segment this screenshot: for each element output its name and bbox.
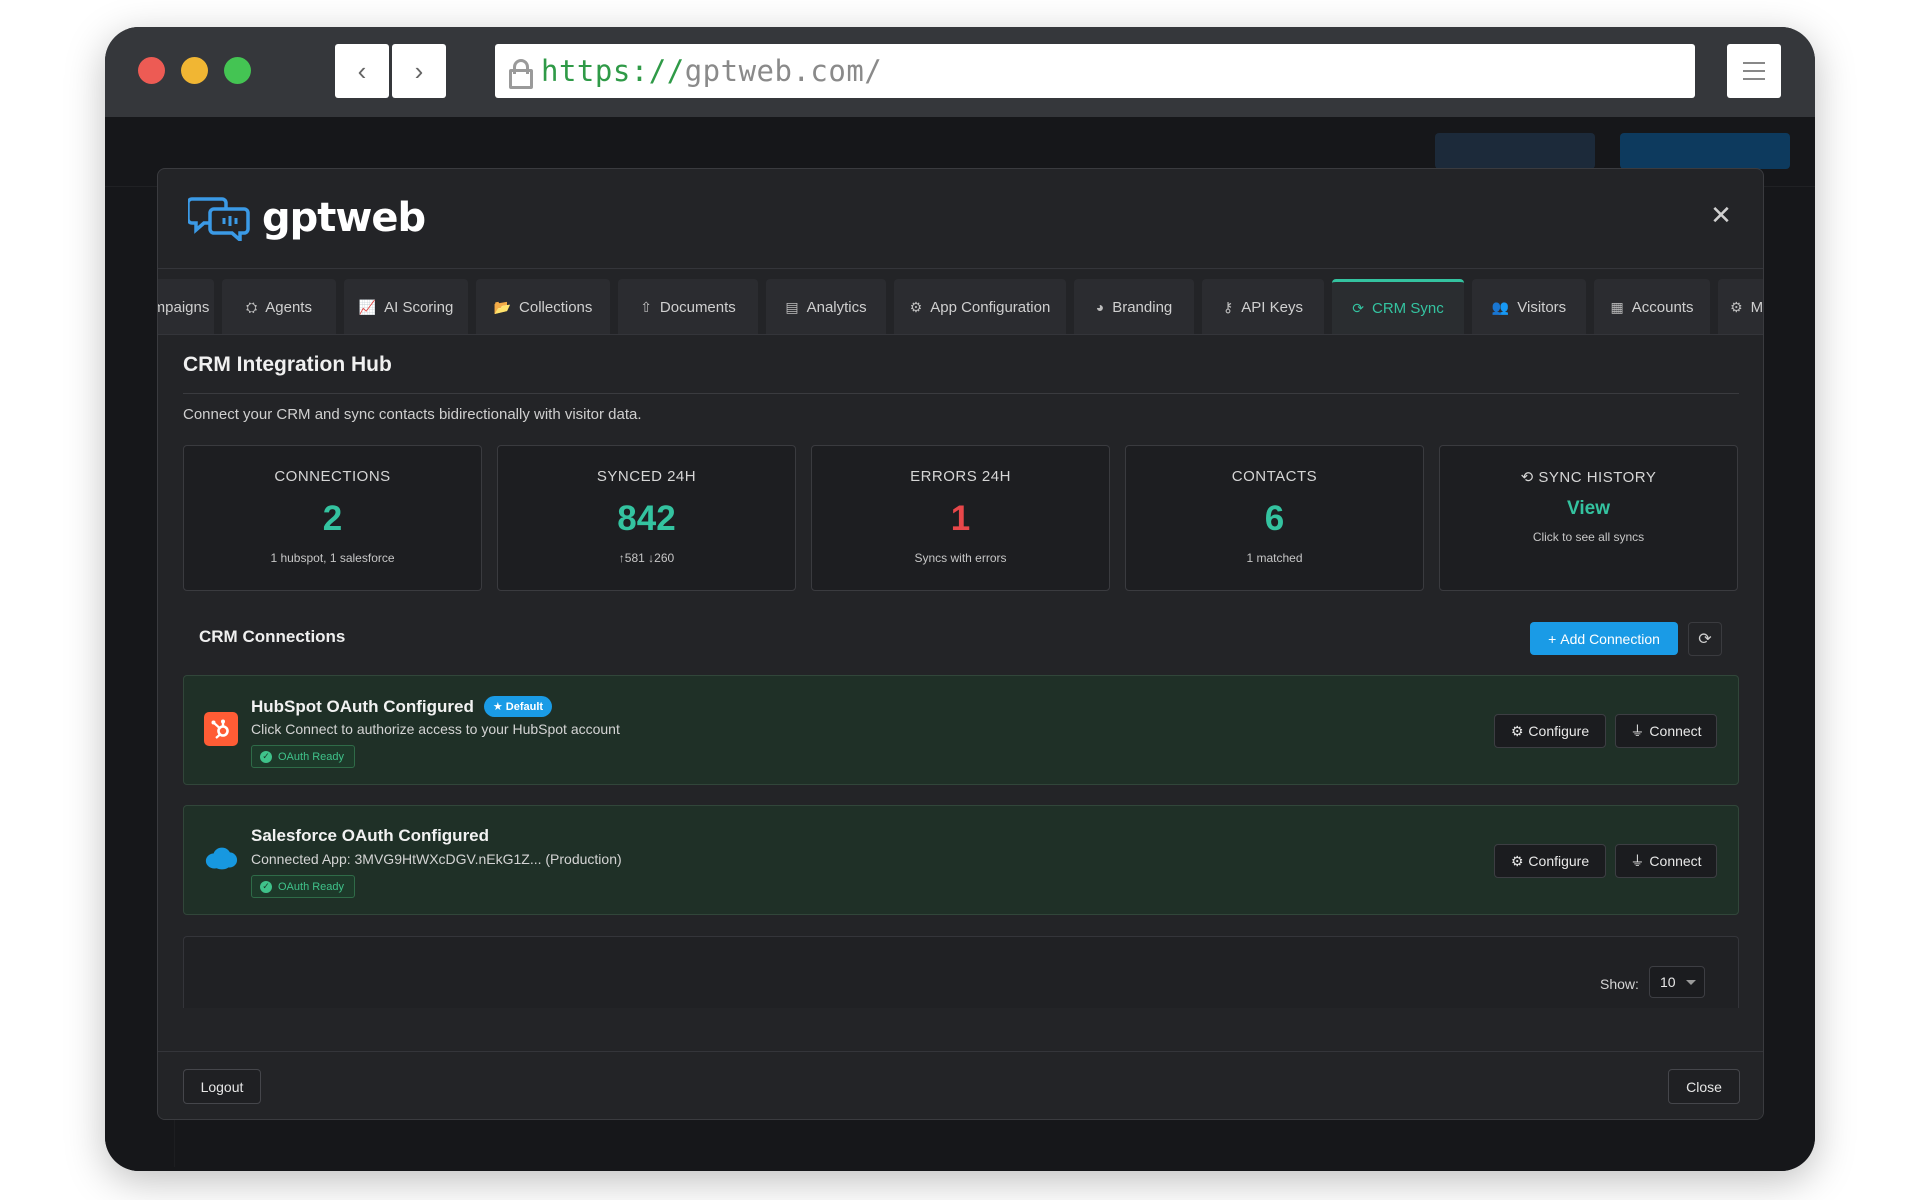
sync-icon: ⟳	[1352, 300, 1365, 316]
gear-icon: ⚙	[1730, 298, 1743, 315]
back-button[interactable]: ‹	[335, 44, 389, 98]
tab-collections[interactable]: 📂 Collections	[476, 279, 610, 334]
chevron-down-icon	[1686, 980, 1696, 985]
close-icon[interactable]: ✕	[1709, 202, 1733, 228]
key-icon: ⚷	[1223, 298, 1234, 315]
star-icon: ★	[492, 701, 503, 713]
window-maximize-dot[interactable]	[224, 57, 251, 84]
configure-button[interactable]: ⚙ Configure	[1494, 714, 1606, 748]
stat-value: 1	[950, 499, 971, 538]
brand-name: gptweb	[262, 195, 426, 241]
section-title: CRM Connections	[199, 627, 346, 646]
building-icon: ▦	[1610, 298, 1624, 315]
check-circle-icon: ✓	[260, 750, 272, 763]
connection-description: Connected App: 3MVG9HtWXcDGV.nEkG1Z... (…	[251, 851, 622, 867]
status-badge: ✓ OAuth Ready	[251, 875, 356, 898]
stat-sync-history[interactable]: ⟲ SYNC HISTORY View Click to see all syn…	[1439, 445, 1738, 591]
cog-icon: ⚙	[909, 298, 923, 315]
connection-name: HubSpot OAuth Configured ★ Default	[251, 696, 553, 717]
tab-branding[interactable]: ◕ Branding	[1074, 279, 1194, 334]
stat-value: 2	[322, 499, 343, 538]
history-icon: ⟲	[1520, 469, 1534, 486]
brand-logo: gptweb	[188, 195, 426, 241]
window-close-dot[interactable]	[138, 57, 165, 84]
url-text: https://gptweb.com/	[541, 54, 883, 88]
refresh-icon: ⟳	[1698, 631, 1712, 648]
page-subtitle: Connect your CRM and sync contacts bidir…	[183, 406, 642, 423]
view-sync-history-link[interactable]: View	[1440, 498, 1737, 520]
tab-app-configuration[interactable]: ⚙ App Configuration	[894, 279, 1066, 334]
chart-line-icon: 📈	[358, 298, 377, 315]
tab-documents[interactable]: ⇧ Documents	[618, 279, 758, 334]
configure-button[interactable]: ⚙ Configure	[1494, 844, 1606, 878]
hubspot-icon	[204, 712, 238, 746]
connection-card-hubspot: HubSpot OAuth Configured ★ Default Click…	[183, 675, 1739, 785]
window-minimize-dot[interactable]	[181, 57, 208, 84]
users-icon: 👥	[1491, 298, 1510, 315]
add-connection-button[interactable]: + Add Connection	[1530, 622, 1678, 655]
cog-icon: ⚙	[1510, 722, 1524, 739]
tab-analytics[interactable]: ▤ Analytics	[766, 279, 886, 334]
status-badge: ✓ OAuth Ready	[251, 745, 356, 768]
chat-bubbles-icon	[188, 197, 250, 241]
logout-button[interactable]: Logout	[183, 1069, 261, 1104]
connection-name: Salesforce OAuth Configured	[251, 826, 490, 845]
tab-visitors[interactable]: 👥 Visitors	[1472, 279, 1586, 334]
page-size-label: Show:	[1600, 976, 1639, 992]
page-size-select[interactable]: 10	[1649, 966, 1705, 998]
tab-accounts[interactable]: ▦ Accounts	[1594, 279, 1710, 334]
palette-icon: ◕	[1095, 299, 1105, 315]
stat-contacts: CONTACTS 6 1 matched	[1125, 445, 1424, 591]
settings-modal: gptweb ✕ mpaigns ⛭ Agents 📈 AI Scoring 📂 Co…	[157, 168, 1764, 1120]
address-bar[interactable]: https://gptweb.com/	[495, 44, 1695, 98]
tab-campaigns[interactable]: mpaigns	[158, 279, 214, 334]
modal-footer: Logout Close	[158, 1051, 1763, 1119]
divider	[183, 393, 1739, 394]
check-circle-icon: ✓	[260, 880, 272, 893]
forward-button[interactable]: ›	[392, 44, 446, 98]
browser-toolbar: ‹ › https://gptweb.com/	[105, 27, 1815, 117]
refresh-button[interactable]: ⟳	[1688, 622, 1722, 656]
stat-synced-24h: SYNCED 24H 842 ↑581 ↓260	[497, 445, 796, 591]
upload-icon: ⇧	[640, 298, 652, 315]
stat-value: 842	[617, 499, 676, 538]
browser-settings-button[interactable]	[1727, 44, 1781, 98]
plus-icon: +	[1548, 630, 1557, 647]
page-title: CRM Integration Hub	[183, 353, 392, 376]
sync-log-panel: Show: 10	[183, 936, 1739, 1008]
default-badge: ★ Default	[483, 696, 553, 717]
background-button	[1620, 133, 1790, 169]
tab-crm-sync[interactable]: ⟳ CRM Sync	[1332, 279, 1464, 334]
connections-header: CRM Connections + Add Connection ⟳	[183, 605, 1739, 665]
chevron-right-icon: ›	[414, 55, 424, 86]
connect-button[interactable]: ⏚ Connect	[1615, 714, 1717, 748]
stat-connections: CONNECTIONS 2 1 hubspot, 1 salesforce	[183, 445, 482, 591]
stat-errors-24h: ERRORS 24H 1 Syncs with errors	[811, 445, 1110, 591]
cog-icon: ⚙	[1510, 852, 1524, 869]
tab-more[interactable]: ⚙ M	[1718, 279, 1763, 334]
plug-icon: ⏚	[1630, 853, 1645, 869]
plug-icon: ⏚	[1630, 723, 1645, 739]
tab-bar: mpaigns ⛭ Agents 📈 AI Scoring 📂 Collections…	[158, 269, 1763, 335]
connect-button[interactable]: ⏚ Connect	[1615, 844, 1717, 878]
close-button[interactable]: Close	[1668, 1069, 1740, 1104]
tab-agents[interactable]: ⛭ Agents	[222, 279, 336, 334]
crm-sync-panel: CRM Integration Hub Connect your CRM and…	[183, 336, 1739, 1008]
folder-open-icon: 📂	[493, 298, 512, 315]
stat-value: 6	[1264, 499, 1285, 538]
chevron-left-icon: ‹	[357, 55, 367, 86]
chart-area-icon: ▤	[785, 298, 799, 315]
connection-description: Click Connect to authorize access to you…	[251, 721, 620, 737]
sliders-icon	[1743, 62, 1765, 64]
tab-api-keys[interactable]: ⚷ API Keys	[1202, 279, 1324, 334]
background-button	[1435, 133, 1595, 169]
salesforce-icon	[204, 842, 238, 876]
stats-row: CONNECTIONS 2 1 hubspot, 1 salesforce SY…	[183, 445, 1739, 591]
connection-card-salesforce: Salesforce OAuth Configured Connected Ap…	[183, 805, 1739, 915]
agents-icon: ⛭	[246, 298, 258, 315]
tab-ai-scoring[interactable]: 📈 AI Scoring	[344, 279, 468, 334]
lock-icon	[509, 59, 533, 89]
modal-header: gptweb ✕	[158, 169, 1763, 269]
